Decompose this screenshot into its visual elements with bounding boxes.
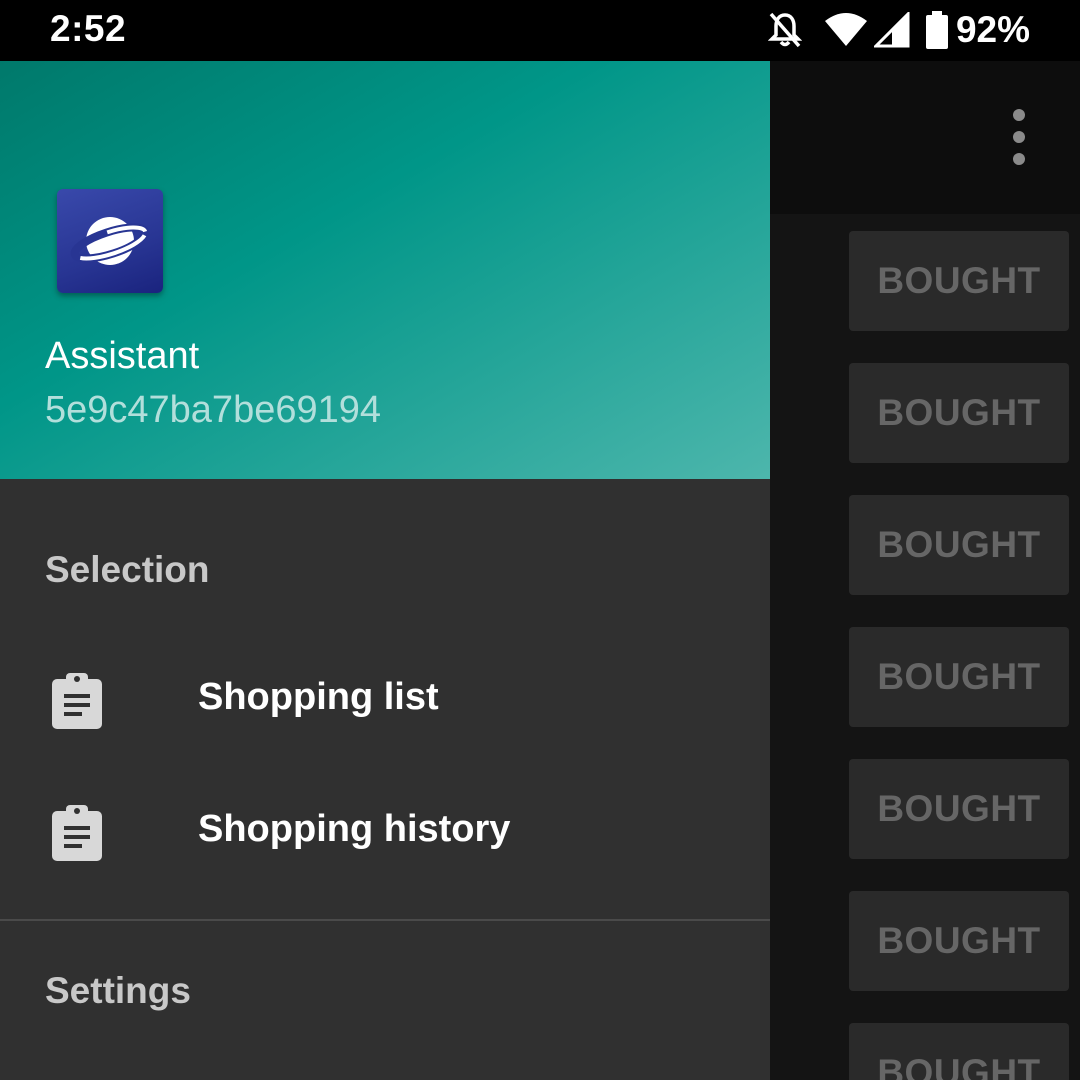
planet-icon xyxy=(57,189,163,293)
wifi-icon xyxy=(824,13,868,47)
more-vert-icon[interactable] xyxy=(1000,107,1038,167)
clipboard-icon xyxy=(50,804,104,862)
bought-button[interactable]: BOUGHT xyxy=(849,1023,1069,1080)
divider xyxy=(0,919,770,921)
nav-item-shopping-history[interactable]: Shopping history xyxy=(0,766,770,898)
status-time: 2:52 xyxy=(50,8,127,49)
bought-button[interactable]: BOUGHT xyxy=(849,231,1069,331)
navigation-drawer: Assistant 5e9c47ba7be69194 Selection Sho… xyxy=(0,61,770,1080)
bought-button[interactable]: BOUGHT xyxy=(849,495,1069,595)
account-name: Assistant xyxy=(45,335,200,377)
clipboard-icon xyxy=(50,672,104,730)
drawer-header: Assistant 5e9c47ba7be69194 xyxy=(0,61,770,479)
bought-button[interactable]: BOUGHT xyxy=(849,891,1069,991)
nav-item-label: Shopping history xyxy=(198,808,511,850)
battery-percent: 92% xyxy=(955,9,1030,50)
account-id: 5e9c47ba7be69194 xyxy=(45,389,382,431)
nav-item-label: Shopping list xyxy=(198,676,439,718)
bought-button[interactable]: BOUGHT xyxy=(849,627,1069,727)
notifications-off-icon xyxy=(767,11,802,49)
status-bar: 2:52 92% xyxy=(0,0,1080,61)
bought-button[interactable]: BOUGHT xyxy=(849,759,1069,859)
section-label-settings: Settings xyxy=(45,970,191,1011)
cell-signal-icon xyxy=(873,12,910,48)
bought-button[interactable]: BOUGHT xyxy=(849,363,1069,463)
nav-item-shopping-list[interactable]: Shopping list xyxy=(0,634,770,766)
section-label-selection: Selection xyxy=(45,549,210,590)
status-icons: 92% xyxy=(767,8,1030,52)
screen: 2:52 92% BOUGHT BOUGHT BOUGHT BOUGHT BOU… xyxy=(0,0,1080,1080)
battery-icon xyxy=(925,11,948,49)
